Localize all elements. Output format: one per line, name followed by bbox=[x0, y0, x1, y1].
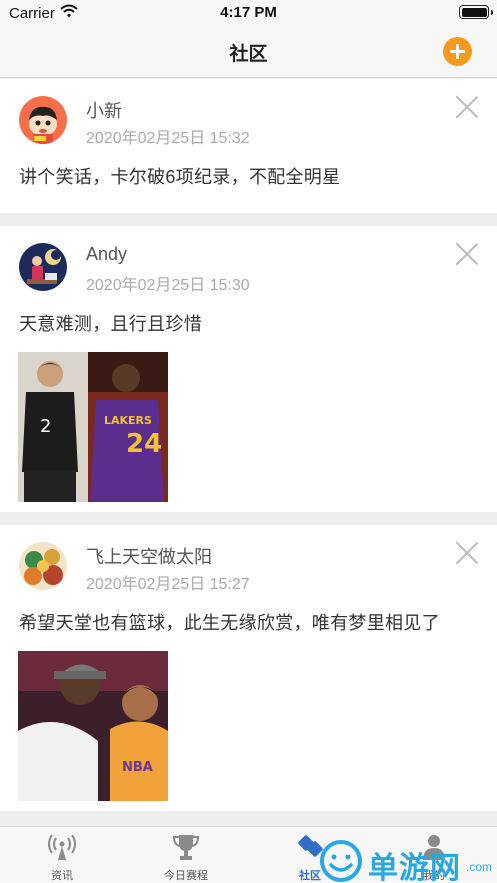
post-text: 天意难测，且行且珍惜 bbox=[19, 314, 202, 334]
post-card[interactable]: Andy 2020年02月25日 15:30 天意难测，且行且珍惜 2 24 L… bbox=[0, 226, 497, 512]
avatar[interactable] bbox=[19, 542, 67, 590]
battery-icon bbox=[459, 5, 493, 19]
post-author[interactable]: Andy bbox=[86, 244, 127, 265]
post-text: 希望天堂也有篮球，此生无缘欣赏，唯有梦里相见了 bbox=[19, 613, 440, 633]
clock: 4:17 PM bbox=[220, 4, 277, 21]
svg-text:LAKERS: LAKERS bbox=[104, 414, 152, 427]
page-title: 社区 bbox=[229, 44, 268, 65]
tab-news[interactable]: 资讯 bbox=[0, 827, 124, 883]
watermark-text: 单游网 bbox=[368, 852, 461, 883]
post-card[interactable]: 飞上天空做太阳 2020年02月25日 15:27 希望天堂也有篮球，此生无缘欣… bbox=[0, 525, 497, 811]
post-timestamp: 2020年02月25日 15:27 bbox=[86, 576, 250, 593]
close-icon[interactable] bbox=[455, 95, 479, 119]
tab-label: 资讯 bbox=[51, 870, 73, 882]
svg-text:2: 2 bbox=[40, 416, 51, 437]
post-photo[interactable]: NBA bbox=[18, 651, 168, 801]
close-icon[interactable] bbox=[455, 541, 479, 565]
avatar[interactable] bbox=[19, 243, 67, 291]
site-watermark: 单游网 .com bbox=[318, 838, 497, 883]
post-author[interactable]: 飞上天空做太阳 bbox=[86, 543, 212, 569]
post-photo[interactable]: 2 24 LAKERS bbox=[18, 352, 168, 502]
status-bar: Carrier 4:17 PM bbox=[0, 0, 497, 26]
close-icon[interactable] bbox=[455, 242, 479, 266]
post-card[interactable]: 小新 2020年02月25日 15:32 讲个笑话，卡尔破6项纪录，不配全明星 bbox=[0, 79, 497, 213]
trophy-icon bbox=[172, 835, 200, 860]
broadcast-icon bbox=[48, 834, 76, 860]
svg-text:24: 24 bbox=[126, 429, 162, 459]
post-text: 讲个笑话，卡尔破6项纪录，不配全明星 bbox=[19, 167, 341, 187]
post-timestamp: 2020年02月25日 15:32 bbox=[86, 130, 250, 147]
post-author[interactable]: 小新 bbox=[86, 97, 122, 123]
tab-label: 今日赛程 bbox=[164, 870, 208, 882]
watermark-domain: .com bbox=[466, 860, 493, 874]
navigation-bar: 社区 bbox=[0, 26, 497, 78]
svg-text:NBA: NBA bbox=[122, 760, 153, 775]
tab-schedule[interactable]: 今日赛程 bbox=[124, 827, 248, 883]
add-post-button[interactable] bbox=[443, 37, 472, 66]
avatar[interactable] bbox=[19, 96, 67, 144]
smiley-logo-icon bbox=[320, 840, 362, 882]
post-timestamp: 2020年02月25日 15:30 bbox=[86, 277, 250, 294]
